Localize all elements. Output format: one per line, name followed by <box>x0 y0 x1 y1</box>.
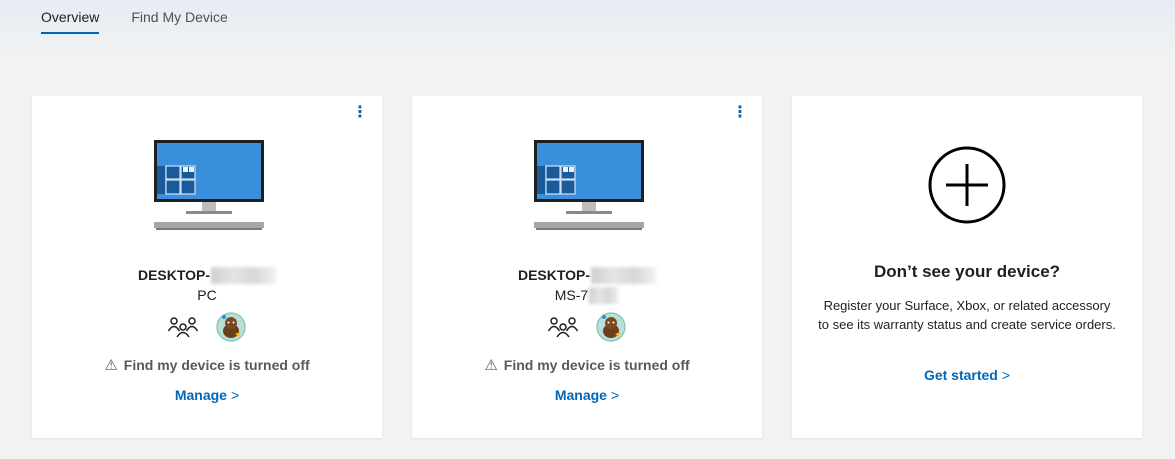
add-device-card: Don’t see your device? Register your Sur… <box>792 96 1142 438</box>
chevron-right-icon: > <box>230 387 240 403</box>
find-my-device-status: ⚠ Find my device is turned off <box>484 357 690 374</box>
tab-overview[interactable]: Overview <box>41 9 100 34</box>
chevron-right-icon: > <box>1001 367 1011 383</box>
warning-icon: ⚠ <box>484 357 498 374</box>
get-started-link[interactable]: Get started > <box>924 367 1010 383</box>
manage-link[interactable]: Manage > <box>555 387 619 403</box>
device-card: ⋮ DESKTOP- PC ⚠ Find my device is turned… <box>32 96 382 438</box>
plus-circle-icon <box>928 146 1006 224</box>
device-name: DESKTOP- <box>138 266 277 284</box>
family-icon <box>548 317 578 338</box>
device-type: PC <box>197 287 217 303</box>
device-users <box>168 312 246 342</box>
device-type: MS-7 <box>555 286 620 304</box>
monitor-icon <box>154 140 264 230</box>
tab-find-my-device[interactable]: Find My Device <box>131 9 227 34</box>
redacted-text <box>211 266 277 284</box>
add-device-description: Register your Surface, Xbox, or related … <box>818 298 1116 332</box>
device-users <box>548 312 626 342</box>
device-card: ⋮ DESKTOP- MS-7 ⚠ Find my device is turn… <box>412 96 762 438</box>
more-options-icon[interactable]: ⋮ <box>732 105 748 121</box>
monitor-icon <box>534 140 644 230</box>
chevron-right-icon: > <box>610 387 620 403</box>
family-icon <box>168 317 198 338</box>
add-device-title: Don’t see your device? <box>873 262 1061 281</box>
manage-link[interactable]: Manage > <box>175 387 239 403</box>
tab-bar: Overview Find My Device <box>41 9 228 34</box>
avatar <box>216 312 246 342</box>
find-my-device-status: ⚠ Find my device is turned off <box>104 357 310 374</box>
avatar <box>596 312 626 342</box>
device-cards: ⋮ DESKTOP- PC ⚠ Find my device is turned… <box>32 96 1142 438</box>
redacted-text <box>591 266 657 284</box>
redacted-text <box>589 286 620 304</box>
more-options-icon[interactable]: ⋮ <box>352 105 368 121</box>
device-name: DESKTOP- <box>518 266 657 284</box>
warning-icon: ⚠ <box>104 357 118 374</box>
